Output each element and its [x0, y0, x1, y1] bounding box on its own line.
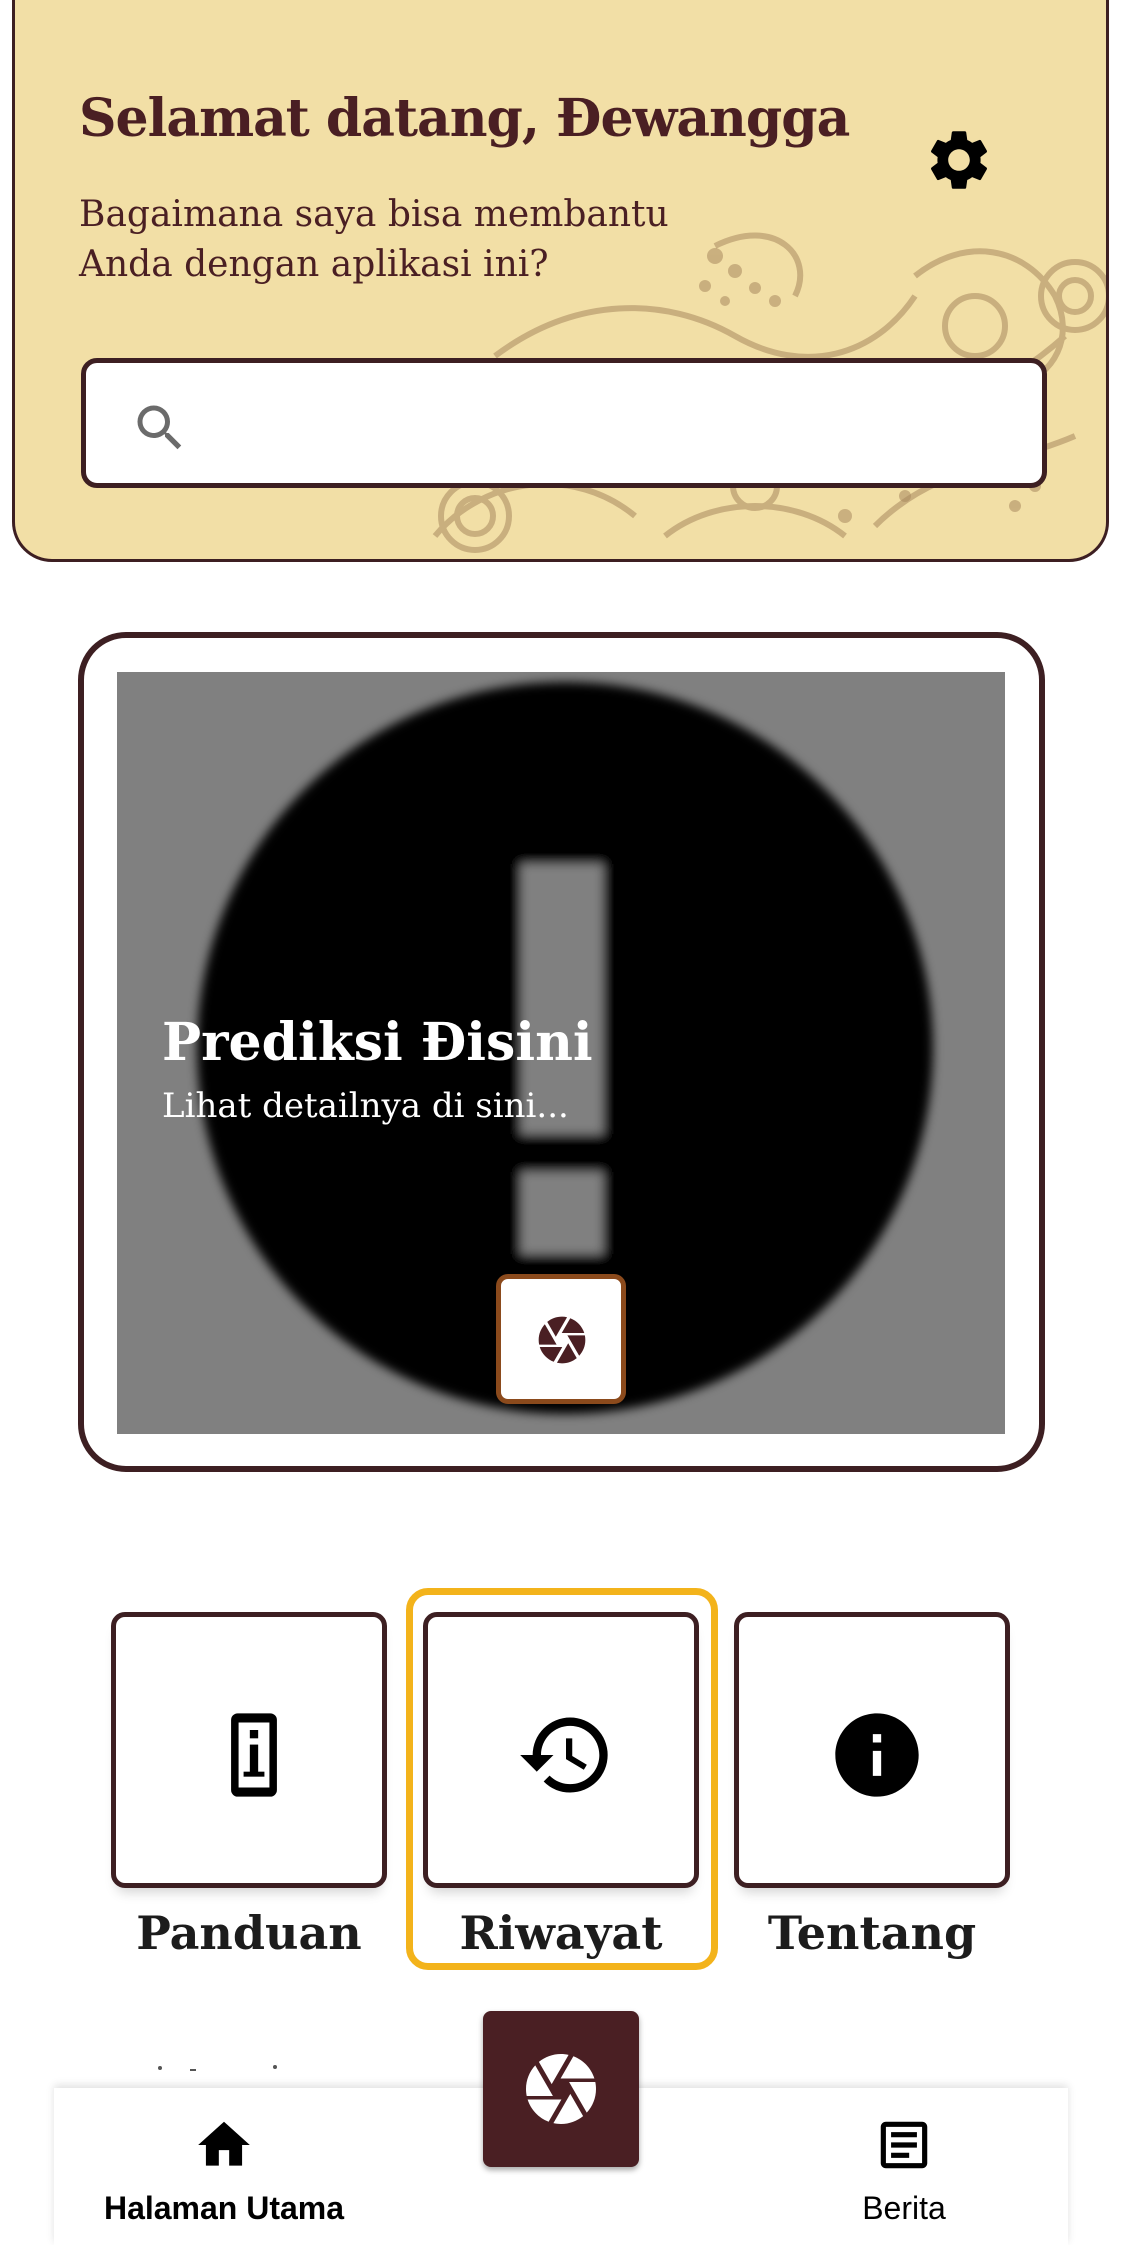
tentang-label: Tentang: [767, 1906, 977, 1960]
search-bar[interactable]: [81, 358, 1047, 488]
nav-berita-label: Berita: [862, 2190, 946, 2226]
scroll-content-peek: [158, 2065, 277, 2071]
prediction-subtitle: Lihat detailnya di sini...: [162, 1086, 569, 1126]
tentang-button[interactable]: [734, 1612, 1010, 1888]
camera-aperture-icon: [526, 2054, 596, 2124]
camera-button-small[interactable]: [496, 1274, 626, 1404]
riwayat-label: Riwayat: [459, 1906, 663, 1960]
panduan-label: Panduan: [136, 1906, 362, 1960]
menu-item-tentang[interactable]: Tentang: [734, 1612, 1010, 1960]
panduan-button[interactable]: [111, 1612, 387, 1888]
nav-item-home[interactable]: Halaman Utama: [54, 2088, 394, 2245]
home-icon: [198, 2121, 250, 2166]
history-icon: [520, 1717, 608, 1793]
riwayat-button[interactable]: [423, 1612, 699, 1888]
welcome-title: Selamat datang, Đewangga: [79, 88, 850, 149]
header-banner: Selamat datang, Đewangga Bagaimana saya …: [12, 0, 1109, 562]
search-icon: [137, 405, 182, 450]
gear-icon[interactable]: [923, 124, 995, 196]
guide-phone-info-icon: [231, 1713, 277, 1797]
nav-item-berita[interactable]: Berita: [754, 2088, 1054, 2245]
camera-fab-button[interactable]: [483, 2011, 639, 2167]
article-icon: [880, 2121, 928, 2169]
menu-item-panduan[interactable]: Panduan: [111, 1612, 387, 1960]
prediction-title: Prediksi Đisini: [162, 1012, 593, 1073]
info-icon: [835, 1713, 919, 1797]
camera-aperture-icon: [538, 1316, 586, 1364]
menu-item-riwayat[interactable]: Riwayat: [423, 1612, 699, 1960]
nav-home-label: Halaman Utama: [103, 2190, 345, 2226]
welcome-subtitle: Bagaimana saya bisa membantu Anda dengan…: [79, 194, 669, 285]
search-input[interactable]: [206, 383, 1030, 465]
